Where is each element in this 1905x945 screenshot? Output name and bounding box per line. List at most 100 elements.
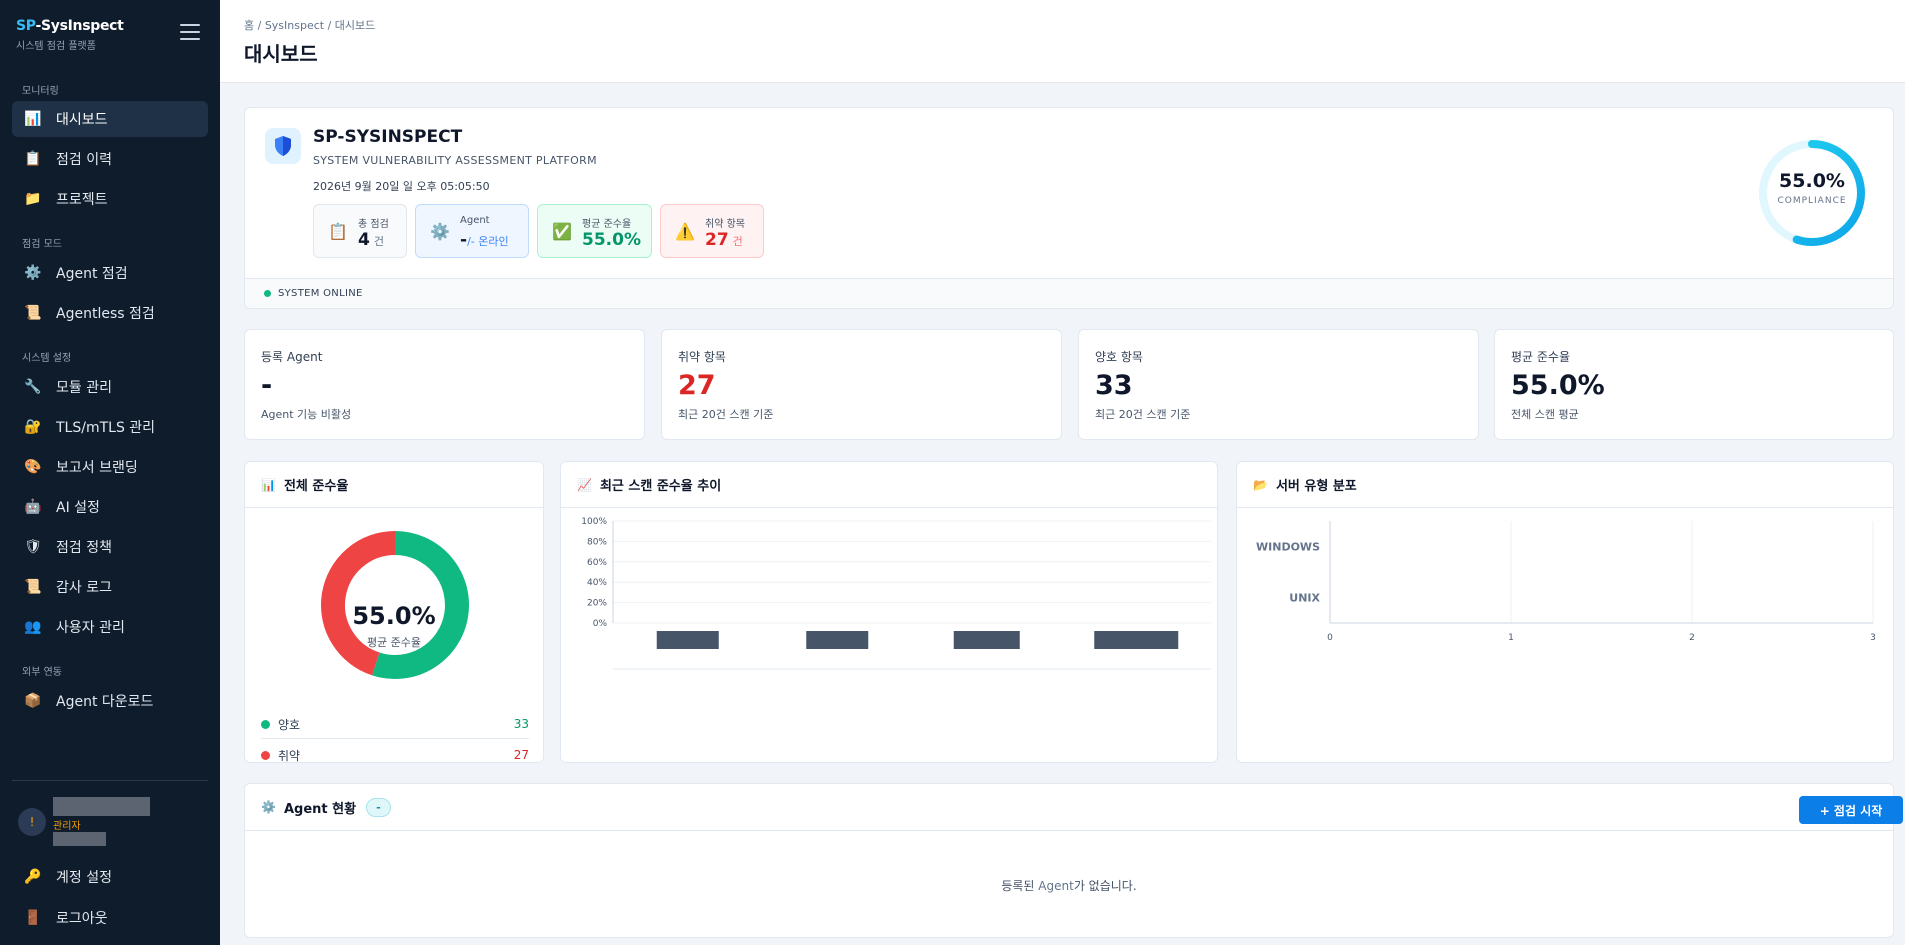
- sidebar-item-tls[interactable]: 🔐 TLS/mTLS 관리: [12, 409, 208, 445]
- sidebar-item-agentless-scan[interactable]: 📜 Agentless 점검: [12, 295, 208, 331]
- metric-value: 55.0%: [1511, 370, 1605, 401]
- system-status-bar: SYSTEM ONLINE: [245, 278, 1893, 308]
- stat-unit: 건: [373, 235, 384, 248]
- metric-label: 취약 항목: [678, 350, 726, 364]
- compliance-gauge: 55.0% COMPLIANCE: [1757, 138, 1867, 248]
- sidebar-item-policy[interactable]: 🛡 점검 정책: [12, 529, 208, 565]
- avatar[interactable]: !: [18, 808, 46, 836]
- sidebar-item-label: Agent 점검: [56, 266, 128, 282]
- brand-suffix: -SysInspect: [35, 18, 124, 34]
- logout-label: 로그아웃: [56, 911, 108, 927]
- donut-center-label: 평균 준수율: [366, 636, 422, 649]
- sidebar-item-audit[interactable]: 📜 감사 로그: [12, 569, 208, 605]
- palette-icon: 🎨: [24, 459, 42, 475]
- stat-value: 4건: [358, 230, 384, 250]
- x-tick-label: 1: [1508, 633, 1514, 643]
- card-header: 📂 서버 유형 분포: [1237, 462, 1893, 508]
- logout-button[interactable]: 🚪 로그아웃: [12, 900, 208, 936]
- sidebar-item-dashboard[interactable]: 📊 대시보드: [12, 101, 208, 137]
- warning-icon: ⚠️: [675, 222, 695, 241]
- trend-bar-chart: 0% 20% 40% 60% 80% 100%: [581, 517, 1211, 670]
- sidebar-item-projects[interactable]: 📁 프로젝트: [12, 181, 208, 217]
- shield-logo-icon: [265, 128, 301, 164]
- stat-agents: ⚙️ Agent -/- 온라인: [415, 204, 529, 258]
- y-tick-label: 80%: [587, 537, 607, 547]
- stat-number: -: [460, 230, 468, 250]
- agent-status-card: ⚙️ Agent 현황 - + 점검 시작 등록된 Agent가 없습니다.: [244, 783, 1903, 938]
- metric-value: -: [261, 370, 273, 401]
- sidebar-item-branding[interactable]: 🎨 보고서 브랜딩: [12, 449, 208, 485]
- status-dot: [264, 290, 271, 297]
- legend-item-good: 양호 33: [261, 711, 529, 737]
- lock-icon: 🔐: [24, 419, 42, 435]
- sidebar-item-label: 프로젝트: [56, 192, 108, 208]
- account-settings-button[interactable]: 🔑 계정 설정: [12, 859, 208, 895]
- metric-value: 27: [678, 370, 716, 401]
- compliance-chart-card: 📊 전체 준수율 55.0% 평균 준수율 양호 33 취약 27: [244, 461, 544, 763]
- server-type-bar-chart: 0 1 2 3 WINDOWS UNIX: [1256, 521, 1876, 643]
- metric-card-vulnerable: 취약 항목 27 최근 20건 스캔 기준: [661, 329, 1062, 440]
- system-status-text: SYSTEM ONLINE: [278, 288, 363, 299]
- sidebar-item-ai[interactable]: 🤖 AI 설정: [12, 489, 208, 525]
- menu-toggle-icon[interactable]: [180, 24, 200, 40]
- empty-text-agent: Agent: [1038, 879, 1074, 893]
- clipboard-icon: 📋: [328, 222, 348, 241]
- card-title: 서버 유형 분포: [1275, 479, 1357, 494]
- gear-icon: ⚙️: [261, 800, 276, 814]
- metric-value: 33: [1095, 370, 1133, 401]
- folder-icon: 📁: [24, 191, 42, 207]
- folder-icon: 📂: [1253, 477, 1268, 492]
- hero-card: SP-SYSINSPECT SYSTEM VULNERABILITY ASSES…: [244, 107, 1894, 309]
- trend-bar: [1094, 631, 1179, 649]
- page-title: 대시보드: [244, 42, 318, 66]
- card-title: 전체 준수율: [283, 479, 349, 494]
- category-label: WINDOWS: [1256, 541, 1320, 554]
- hero-title: SP-SYSINSPECT: [313, 127, 463, 147]
- card-title: 최근 스캔 준수율 추이: [599, 479, 722, 494]
- sidebar-item-history[interactable]: 📋 점검 이력: [12, 141, 208, 177]
- checkbox-icon: ✅: [552, 222, 572, 241]
- server-type-card: 📂 서버 유형 분포 0 1 2 3 WINDOWS UNIX: [1236, 461, 1894, 763]
- sidebar-item-label: AI 설정: [56, 500, 100, 516]
- metric-label: 등록 Agent: [261, 350, 323, 364]
- shield-icon: 🛡: [24, 539, 42, 555]
- metric-footnote: 최근 20건 스캔 기준: [678, 408, 774, 421]
- robot-icon: 🤖: [24, 499, 42, 515]
- metric-footnote: Agent 기능 비활성: [261, 408, 352, 421]
- stat-label: 취약 항목: [705, 219, 745, 230]
- breadcrumb[interactable]: 홈 / SysInspect / 대시보드: [244, 17, 375, 33]
- sidebar-item-label: TLS/mTLS 관리: [56, 420, 156, 436]
- stat-unit: 건: [732, 235, 743, 248]
- gear-icon: ⚙️: [430, 222, 450, 241]
- scroll-icon: 📜: [24, 579, 42, 595]
- stat-avg-compliance: ✅ 평균 준수율 55.0%: [537, 204, 652, 258]
- gauge-value: 55.0%: [1779, 170, 1845, 192]
- metric-footnote: 전체 스캔 평균: [1511, 408, 1579, 421]
- brand-name: SP-SysInspect: [16, 18, 124, 34]
- legend-divider: [261, 738, 529, 739]
- agent-count-badge: -: [366, 797, 391, 817]
- sidebar-item-agent-download[interactable]: 📦 Agent 다운로드: [12, 683, 208, 719]
- y-tick-label: 60%: [587, 558, 607, 568]
- brand-prefix: SP: [16, 18, 36, 34]
- x-tick-label: 0: [1327, 633, 1333, 643]
- card-header: ⚙️ Agent 현황 -: [245, 784, 1893, 831]
- clipboard-icon: 📋: [24, 151, 42, 167]
- trend-bar: [806, 631, 869, 649]
- stat-unit: /- 온라인: [467, 235, 509, 248]
- sidebar-divider: [12, 780, 208, 781]
- brand[interactable]: SP-SysInspect 시스템 점검 플랫폼: [16, 18, 124, 52]
- legend-label: 양호: [278, 717, 301, 732]
- category-label: UNIX: [1289, 592, 1320, 605]
- gauge-label: COMPLIANCE: [1777, 196, 1847, 206]
- start-scan-button[interactable]: + 점검 시작: [1799, 796, 1903, 824]
- sidebar-item-label: 모듈 관리: [56, 380, 112, 396]
- sidebar-item-users[interactable]: 👥 사용자 관리: [12, 609, 208, 645]
- account-settings-label: 계정 설정: [56, 870, 112, 886]
- sidebar-item-agent-scan[interactable]: ⚙️ Agent 점검: [12, 255, 208, 291]
- y-tick-label: 40%: [587, 578, 607, 588]
- door-icon: 🚪: [24, 910, 42, 926]
- sidebar-item-label: 사용자 관리: [56, 620, 125, 636]
- sidebar-item-modules[interactable]: 🔧 모듈 관리: [12, 369, 208, 405]
- legend-value: 33: [513, 717, 529, 731]
